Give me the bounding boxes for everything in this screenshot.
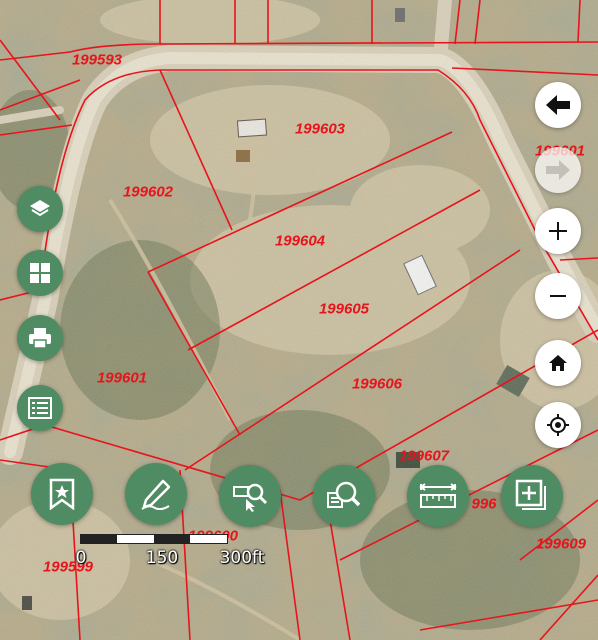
home-button[interactable] [535, 340, 581, 386]
scale-label-300ft: 300ft [219, 548, 265, 568]
parcel-label-199605: 199605 [318, 300, 370, 318]
back-arrow-icon [546, 95, 570, 115]
bookmark-icon [49, 478, 75, 510]
locate-button[interactable] [535, 402, 581, 448]
parcel-label-199609: 199609 [535, 535, 587, 553]
parcel-label-199607: 199607 [398, 447, 450, 465]
parcel-label-199604: 199604 [274, 232, 326, 250]
basemap-button[interactable] [17, 250, 63, 296]
search-icon [327, 481, 361, 508]
search-button[interactable] [313, 465, 375, 527]
list-icon [28, 397, 52, 419]
scale-label-150: 150 [145, 548, 179, 568]
forward-arrow-icon [546, 160, 570, 180]
layers-button[interactable] [17, 186, 63, 232]
draw-icon [141, 479, 171, 510]
scale-bar: 0 150 300ft [70, 530, 280, 574]
back-button[interactable] [535, 82, 581, 128]
zoom-out-icon [550, 295, 566, 297]
zoom-in-icon [549, 222, 567, 240]
parcel-label-199606: 199606 [351, 375, 403, 393]
print-button[interactable] [17, 315, 63, 361]
measure-button[interactable] [407, 465, 469, 527]
measure-icon [419, 483, 457, 508]
print-icon [29, 328, 51, 349]
zoom-in-button[interactable] [535, 208, 581, 254]
scale-label-0: 0 [75, 548, 87, 568]
basemap-grid-icon [30, 263, 50, 283]
home-icon [549, 355, 567, 371]
list-button[interactable] [17, 385, 63, 431]
identify-icon [233, 483, 268, 512]
scale-track [80, 534, 228, 544]
draw-button[interactable] [125, 463, 187, 525]
identify-button[interactable] [219, 465, 281, 527]
add-data-icon [515, 479, 546, 510]
parcel-label-199602: 199602 [122, 183, 174, 201]
parcel-label-199593: 199593 [71, 51, 123, 69]
parcel-label-199601: 199601 [96, 369, 148, 387]
locate-icon [547, 414, 569, 436]
parcel-label-199603: 199603 [294, 120, 346, 138]
layers-icon [30, 200, 50, 217]
forward-button[interactable] [535, 147, 581, 193]
zoom-out-button[interactable] [535, 273, 581, 319]
parcel-label-partial: 996 [471, 495, 497, 513]
bookmark-button[interactable] [31, 463, 93, 525]
add-data-button[interactable] [501, 465, 563, 527]
